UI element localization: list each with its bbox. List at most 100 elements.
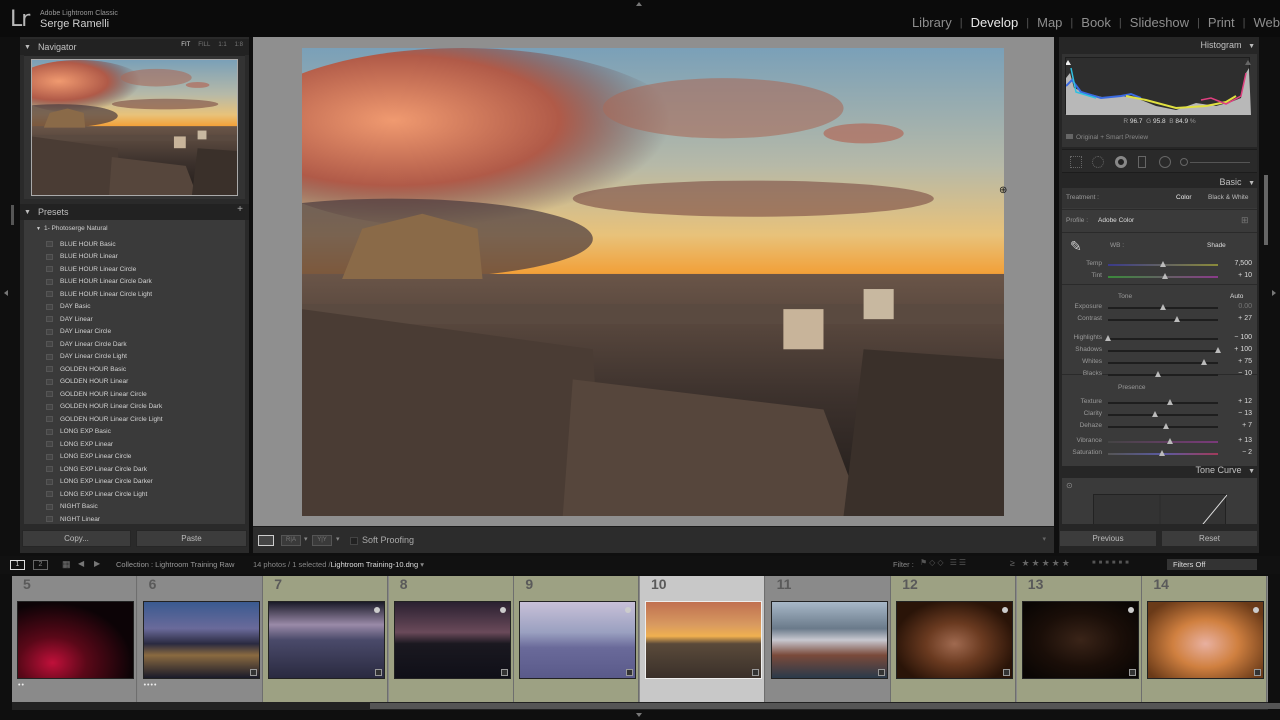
slider-highlights[interactable] [1105, 335, 1218, 341]
color-label-filter[interactable]: ■■■■■■ [1092, 560, 1132, 566]
filmstrip-cell[interactable]: 14 [1142, 576, 1268, 702]
left-panel-toggle-icon[interactable] [4, 290, 8, 296]
filmstrip-thumbnail[interactable] [1021, 601, 1139, 679]
slider-value[interactable]: − 10 [1222, 370, 1252, 377]
right-panel-toggle-icon[interactable] [1272, 290, 1276, 296]
slider-thumb[interactable] [1158, 450, 1165, 456]
preset-item[interactable]: GOLDEN HOUR Linear Circle Dark [46, 401, 163, 414]
preset-item[interactable]: LONG EXP Basic [46, 426, 163, 439]
slider-thumb[interactable] [1162, 273, 1169, 279]
module-print[interactable]: Print [1208, 15, 1235, 30]
preset-item[interactable]: BLUE HOUR Linear Circle Dark [46, 276, 163, 289]
filmstrip-thumbnail[interactable] [17, 601, 134, 679]
filmstrip-thumbnail[interactable] [645, 601, 762, 679]
preset-item[interactable]: NIGHT Linear [46, 513, 163, 524]
slider-value[interactable]: + 7 [1222, 422, 1252, 429]
rating-filter-stars[interactable]: ≥ ★★★★★ [1010, 558, 1072, 569]
red-eye-tool-icon[interactable] [1115, 156, 1127, 168]
slider-blacks[interactable] [1108, 371, 1218, 377]
slider-thumb[interactable] [1160, 261, 1166, 267]
slider-value[interactable]: 7,500 [1222, 260, 1252, 267]
preset-item[interactable]: GOLDEN HOUR Basic [46, 363, 163, 376]
filmstrip-cell[interactable]: 10 [640, 576, 765, 702]
filmstrip-thumbnail[interactable] [770, 601, 888, 679]
main-window-button[interactable]: 1 [10, 560, 25, 570]
slider-value[interactable]: 0.00 [1222, 303, 1252, 310]
histogram-header[interactable]: Histogram ▼ [1201, 40, 1255, 50]
slider-texture[interactable] [1108, 399, 1218, 405]
filter-preset-dropdown[interactable]: Filters Off [1167, 559, 1257, 570]
slider-shadows[interactable] [1108, 347, 1221, 353]
filmstrip-scrollbar[interactable] [12, 702, 1280, 710]
filmstrip-thumbnail[interactable] [142, 601, 260, 679]
filmstrip-thumbnail[interactable] [393, 601, 511, 679]
preset-item[interactable]: BLUE HOUR Basic [46, 238, 163, 251]
slider-whites[interactable] [1108, 359, 1218, 365]
soft-proofing-checkbox[interactable] [350, 537, 358, 545]
radial-filter-icon[interactable] [1159, 156, 1171, 168]
graduated-filter-icon[interactable] [1138, 156, 1146, 168]
filmstrip-thumbnail[interactable] [1147, 601, 1265, 679]
slider-thumb[interactable] [1160, 304, 1166, 310]
filmstrip-thumbnail[interactable] [896, 601, 1014, 679]
bottom-panel-toggle-icon[interactable] [636, 713, 642, 717]
slider-thumb[interactable] [1163, 423, 1170, 429]
slider-value[interactable]: − 13 [1222, 410, 1252, 417]
slider-value[interactable]: + 10 [1222, 272, 1252, 279]
auto-tone-button[interactable]: Auto [1230, 293, 1243, 300]
filmstrip-scroll-thumb[interactable] [370, 703, 1280, 709]
slider-thumb[interactable] [1215, 347, 1221, 353]
secondary-window-button[interactable]: 2 [33, 560, 48, 570]
adjustment-brush-icon[interactable] [1180, 158, 1188, 166]
paste-button[interactable]: Paste [136, 530, 247, 547]
slider-thumb[interactable] [1200, 359, 1207, 365]
slider-contrast[interactable] [1108, 316, 1218, 322]
module-develop[interactable]: Develop [971, 15, 1019, 30]
preset-item[interactable]: GOLDEN HOUR Linear Circle Light [46, 413, 163, 426]
target-adjust-icon[interactable]: ⊙ [1066, 481, 1073, 490]
grid-view-icon[interactable]: ▦ [62, 559, 71, 570]
preset-item[interactable]: LONG EXP Linear [46, 438, 163, 451]
filmstrip-cell[interactable]: 6 •••• [137, 576, 263, 702]
previous-button[interactable]: Previous [1059, 530, 1157, 547]
module-library[interactable]: Library [912, 15, 952, 30]
spot-removal-tool-icon[interactable] [1092, 156, 1104, 168]
histogram-graph[interactable] [1065, 57, 1251, 115]
preset-item[interactable]: DAY Linear Circle [46, 326, 163, 339]
zoom-1-8[interactable]: 1:8 [235, 42, 243, 48]
wb-dropdown[interactable]: Shade [1207, 242, 1226, 249]
module-map[interactable]: Map [1037, 15, 1062, 30]
preset-item[interactable]: DAY Linear Circle Dark [46, 338, 163, 351]
basic-header[interactable]: Basic ▼ [1220, 177, 1255, 187]
slider-thumb[interactable] [1166, 399, 1173, 405]
slider-value[interactable]: + 27 [1222, 315, 1252, 322]
zoom-fit[interactable]: FIT [181, 42, 190, 48]
filmstrip-cell[interactable]: 8 [388, 576, 514, 702]
filmstrip-cell[interactable]: 11 [765, 576, 891, 702]
loupe-view-button[interactable] [258, 535, 274, 546]
slider-thumb[interactable] [1166, 438, 1173, 444]
slider-thumb[interactable] [1154, 371, 1161, 377]
navigator-preview[interactable] [31, 59, 238, 196]
slider-saturation[interactable] [1108, 450, 1218, 456]
filmstrip-cell[interactable]: 9 [514, 576, 640, 702]
wb-eyedropper-icon[interactable]: ✎ [1070, 238, 1082, 255]
filmstrip-cell[interactable]: 12 [891, 576, 1017, 702]
before-after-button[interactable]: R|A [281, 535, 301, 546]
preset-item[interactable]: LONG EXP Linear Circle Light [46, 488, 163, 501]
filmstrip-source[interactable]: Collection : Lightroom Training Raw [116, 560, 234, 569]
toolbar-options-icon[interactable]: ▾ [1042, 535, 1046, 543]
preset-item[interactable]: DAY Basic [46, 301, 163, 314]
tone-curve-graph[interactable] [1093, 494, 1228, 524]
filmstrip-thumbnail[interactable] [268, 601, 386, 679]
split-dropdown-icon[interactable]: ▾ [336, 535, 340, 543]
right-panel-scrollbar[interactable] [1264, 175, 1268, 245]
module-web[interactable]: Web [1254, 15, 1280, 30]
before-after-dropdown-icon[interactable]: ▾ [304, 535, 308, 543]
before-after-split-button[interactable]: Y|Y [312, 535, 332, 546]
preset-item[interactable]: LONG EXP Linear Circle Dark [46, 463, 163, 476]
preset-item[interactable]: BLUE HOUR Linear Circle [46, 263, 163, 276]
slider-value[interactable]: + 12 [1222, 398, 1252, 405]
add-preset-icon[interactable]: + [237, 204, 243, 215]
preset-item[interactable]: DAY Linear [46, 313, 163, 326]
